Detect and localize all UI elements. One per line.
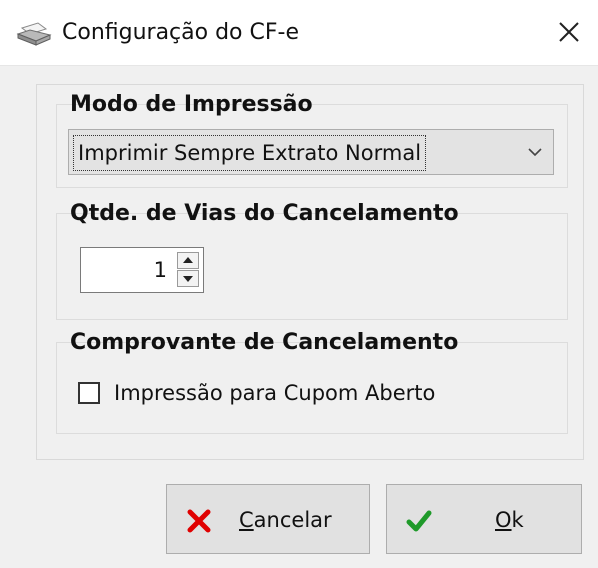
print-mode-selected-value: Imprimir Sempre Extrato Normal <box>73 135 427 171</box>
stepper-up-button[interactable] <box>177 252 199 269</box>
title-bar[interactable]: Configuração do CF-e <box>0 0 598 66</box>
printer-icon <box>16 22 52 46</box>
cancel-label-rest: ancelar <box>253 508 332 532</box>
chevron-down-icon <box>528 148 542 157</box>
cancel-copies-title: Qtde. de Vias do Cancelamento <box>70 201 459 226</box>
ok-label-rest: k <box>511 508 524 532</box>
cancel-copies-value: 1 <box>153 258 167 282</box>
open-coupon-checkbox-row[interactable]: Impressão para Cupom Aberto <box>78 378 435 408</box>
stepper-down-button[interactable] <box>177 270 199 287</box>
cancel-button-label: Cancelar <box>239 505 332 535</box>
ok-mnemonic: O <box>495 508 512 532</box>
dialog-window: Configuração do CF-e Modo de Impressão I… <box>0 0 598 568</box>
cancel-receipt-title: Comprovante de Cancelamento <box>70 330 459 355</box>
print-mode-title: Modo de Impressão <box>70 92 313 117</box>
checkmark-icon <box>406 510 432 532</box>
triangle-down-icon <box>183 276 193 282</box>
ok-button[interactable]: Ok <box>386 484 582 554</box>
cancel-copies-stepper[interactable]: 1 <box>80 247 204 293</box>
window-title: Configuração do CF-e <box>62 20 299 45</box>
close-button[interactable] <box>550 12 588 52</box>
ok-button-label: Ok <box>495 505 524 535</box>
open-coupon-checkbox[interactable] <box>78 382 100 404</box>
print-mode-select[interactable]: Imprimir Sempre Extrato Normal <box>68 129 554 175</box>
open-coupon-checkbox-label[interactable]: Impressão para Cupom Aberto <box>114 381 435 405</box>
x-icon <box>187 509 211 533</box>
cancel-button[interactable]: Cancelar <box>166 484 370 554</box>
cancel-mnemonic: C <box>239 508 254 532</box>
triangle-up-icon <box>183 257 193 263</box>
close-icon <box>559 22 579 42</box>
